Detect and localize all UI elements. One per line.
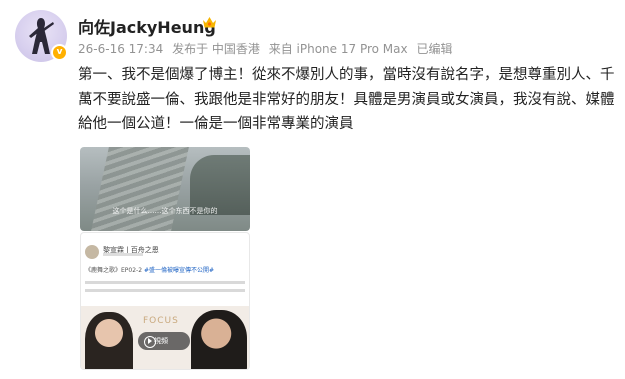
ridge-scene xyxy=(190,155,250,215)
person-left xyxy=(85,312,133,369)
embedded-hashtag: #盛一倫被曝宣傳不公開# xyxy=(143,267,215,274)
text-line xyxy=(85,281,245,284)
video-title: FOCUS xyxy=(143,316,179,326)
verified-icon: v xyxy=(51,44,68,61)
image-caption: 这个是什么……这个东西不是你的 xyxy=(112,207,218,215)
embedded-post-header: 黎宣霖 | 百舟之恩 xyxy=(85,245,245,261)
attachment-image-2[interactable]: 黎宣霖 | 百舟之恩 《鹿舞之歌》EP02-2 #盛一倫被曝宣傳不公開# FOC… xyxy=(80,232,250,370)
embedded-subline xyxy=(103,253,143,256)
attachment-image-1[interactable]: 这个是什么……这个东西不是你的 xyxy=(80,147,250,231)
post-meta: 26-6-16 17:34 发布于 中国香港 来自 iPhone 17 Pro … xyxy=(78,40,457,57)
post-content: 第一、我不是個爆了博主！從來不爆別人的事，當時沒有說名字，是想尊重別人、千萬不要… xyxy=(78,67,615,132)
post-location: 发布于 中国香港 xyxy=(172,42,260,56)
edited-label[interactable]: 已编辑 xyxy=(416,42,452,56)
embedded-avatar xyxy=(85,245,99,259)
embedded-body: 《鹿舞之歌》EP02-2 xyxy=(85,267,143,274)
embedded-video[interactable]: FOCUS 視頻 xyxy=(81,306,249,369)
post-time[interactable]: 26-6-16 17:34 xyxy=(78,42,163,56)
embedded-post-text: 《鹿舞之歌》EP02-2 #盛一倫被曝宣傳不公開# xyxy=(85,266,245,297)
play-icon[interactable]: 視頻 xyxy=(138,332,190,350)
person-right xyxy=(191,310,247,369)
wall-scene xyxy=(91,147,189,231)
text-line xyxy=(85,289,245,292)
post-device: 来自 iPhone 17 Pro Max xyxy=(268,42,408,56)
crown-icon[interactable] xyxy=(202,15,217,30)
username[interactable]: 向佐JackyHeung xyxy=(78,14,216,38)
